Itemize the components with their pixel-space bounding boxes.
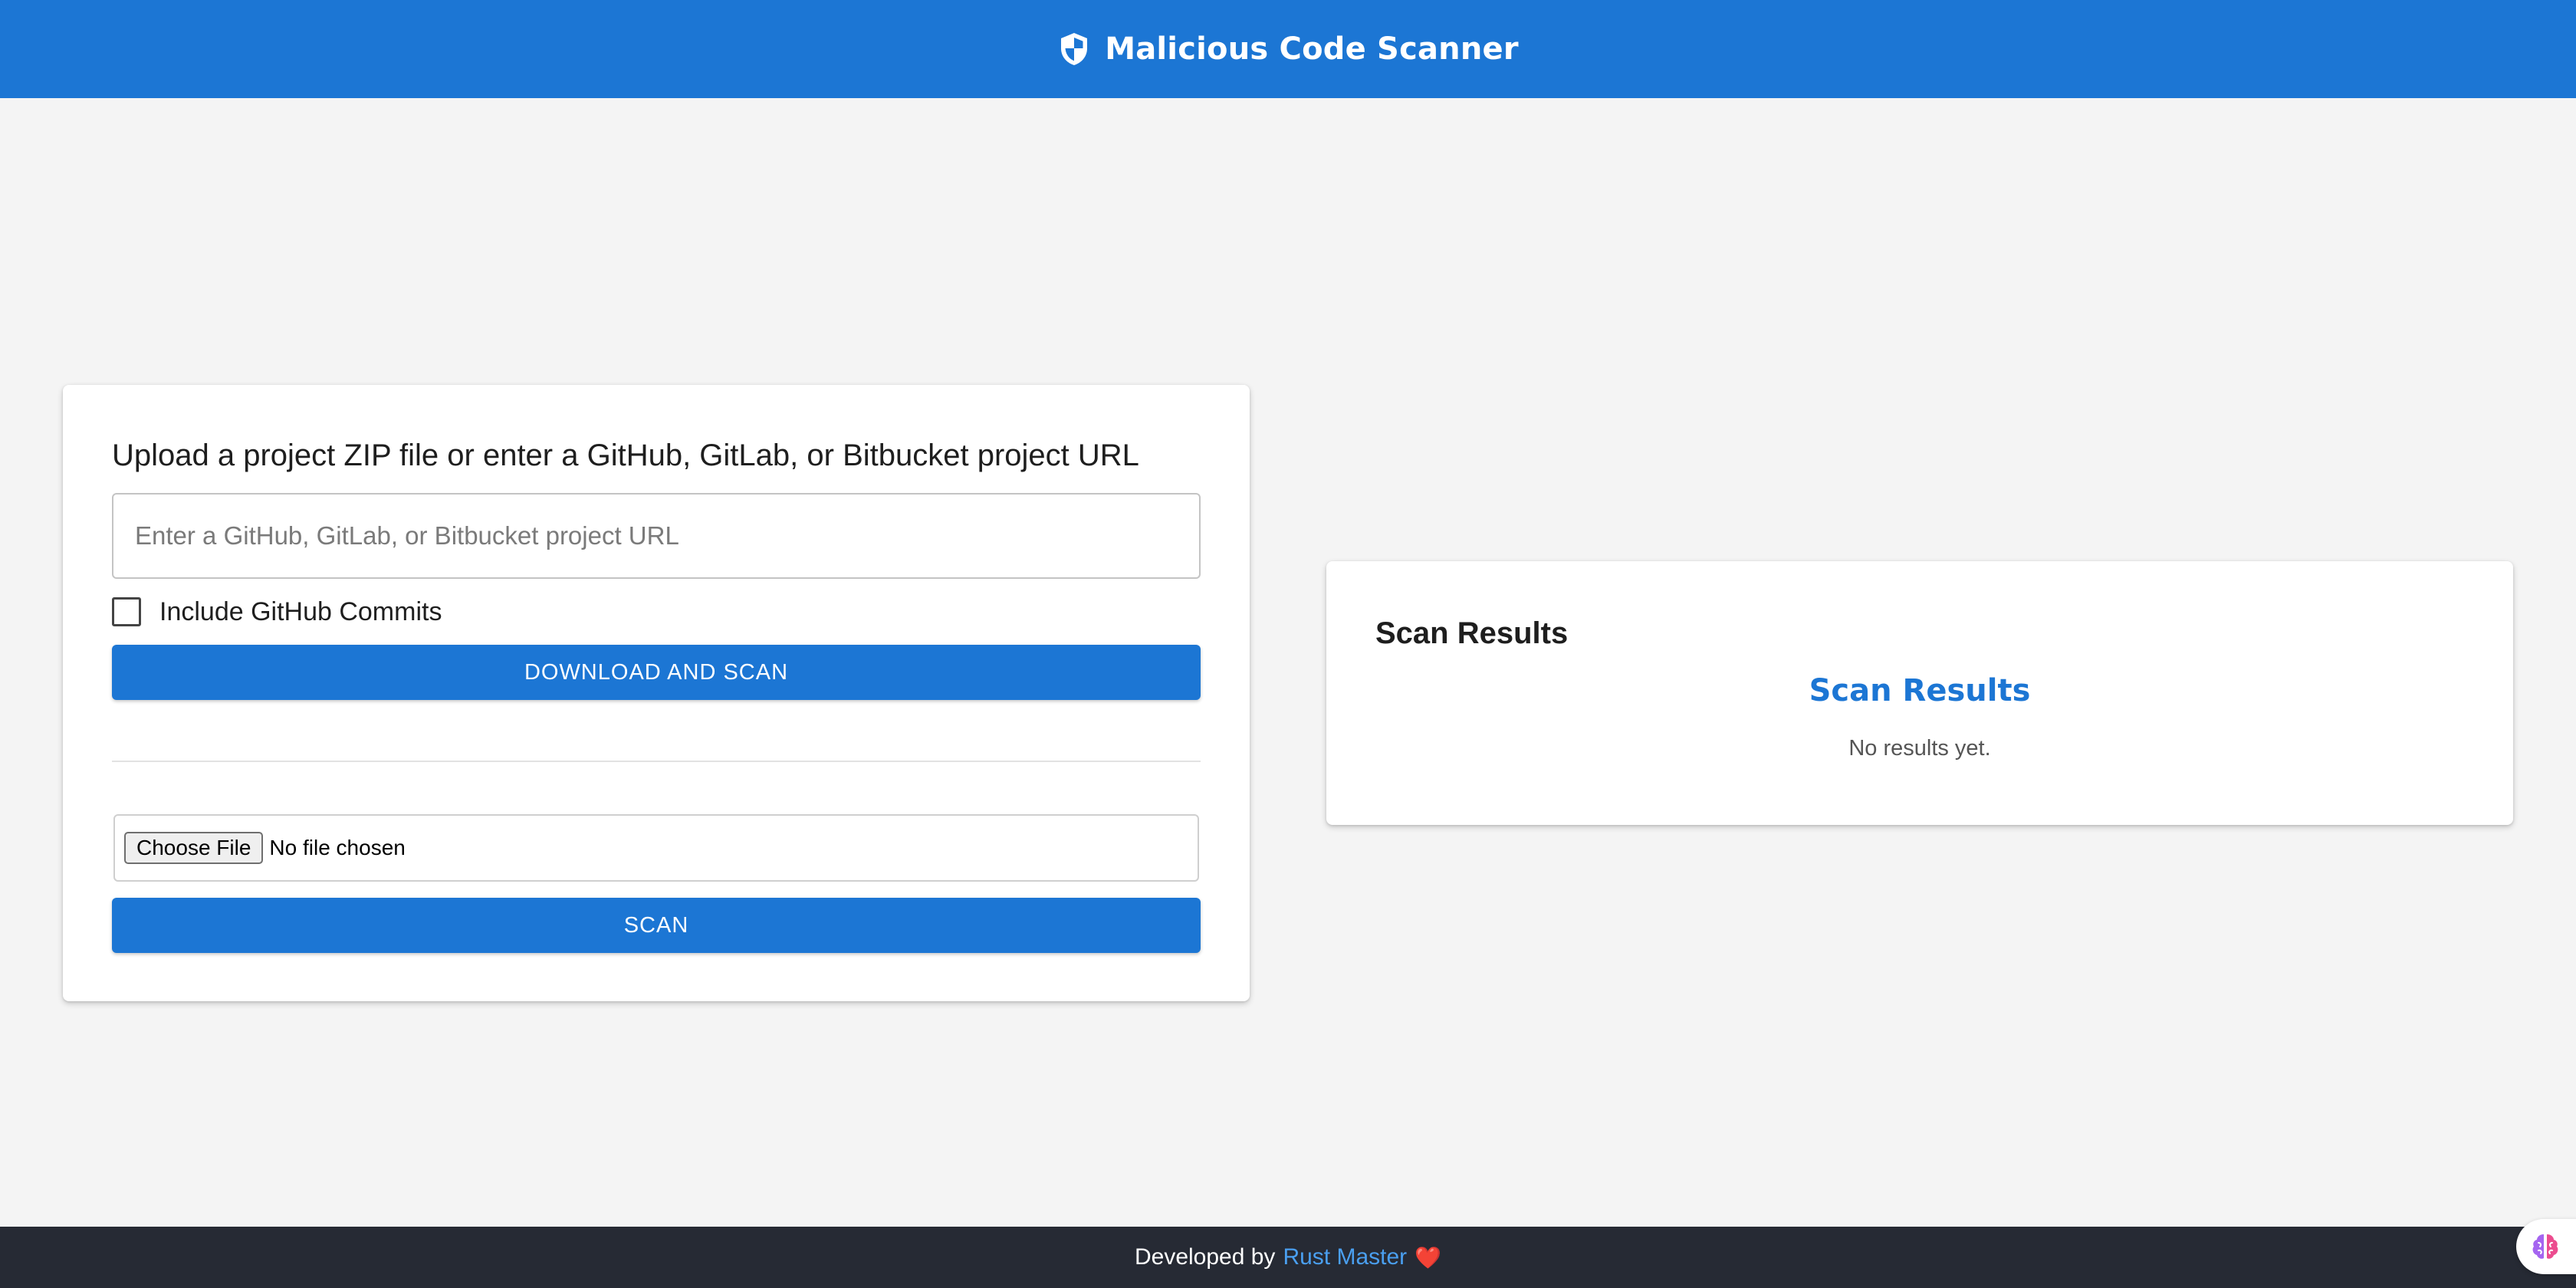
upload-heading: Upload a project ZIP file or enter a Git… (112, 439, 1139, 472)
app-footer: Developed by Rust Master ❤️ (0, 1227, 2576, 1288)
app-header: Malicious Code Scanner (0, 0, 2576, 98)
scan-button[interactable]: SCAN (112, 898, 1201, 953)
results-empty-message: No results yet. (1848, 736, 1991, 761)
results-card: Scan Results Scan Results No results yet… (1326, 561, 2513, 825)
assistant-widget[interactable] (2516, 1219, 2576, 1274)
footer-prefix: Developed by (1134, 1244, 1276, 1270)
include-commits-label: Include GitHub Commits (159, 596, 442, 626)
include-commits-checkbox[interactable] (112, 597, 141, 626)
project-url-input[interactable] (112, 493, 1201, 579)
section-divider (112, 761, 1201, 762)
author-link[interactable]: Rust Master (1283, 1244, 1407, 1270)
file-upload-field[interactable]: Choose File No file chosen (113, 814, 1199, 882)
app-title: Malicious Code Scanner (1105, 31, 1519, 67)
results-subheading: Scan Results (1809, 673, 2031, 708)
file-status-text: No file chosen (269, 836, 406, 859)
upload-card: Upload a project ZIP file or enter a Git… (63, 385, 1250, 1001)
brain-icon[interactable] (2530, 1231, 2561, 1262)
results-heading: Scan Results (1375, 616, 1569, 650)
shield-icon (1057, 31, 1091, 67)
download-and-scan-button[interactable]: DOWNLOAD AND SCAN (112, 645, 1201, 700)
include-commits-option[interactable]: Include GitHub Commits (112, 596, 442, 627)
heart-icon: ❤️ (1414, 1245, 1442, 1270)
choose-file-button[interactable]: Choose File (124, 832, 264, 864)
app-root: Malicious Code Scanner Upload a project … (0, 0, 2576, 1288)
